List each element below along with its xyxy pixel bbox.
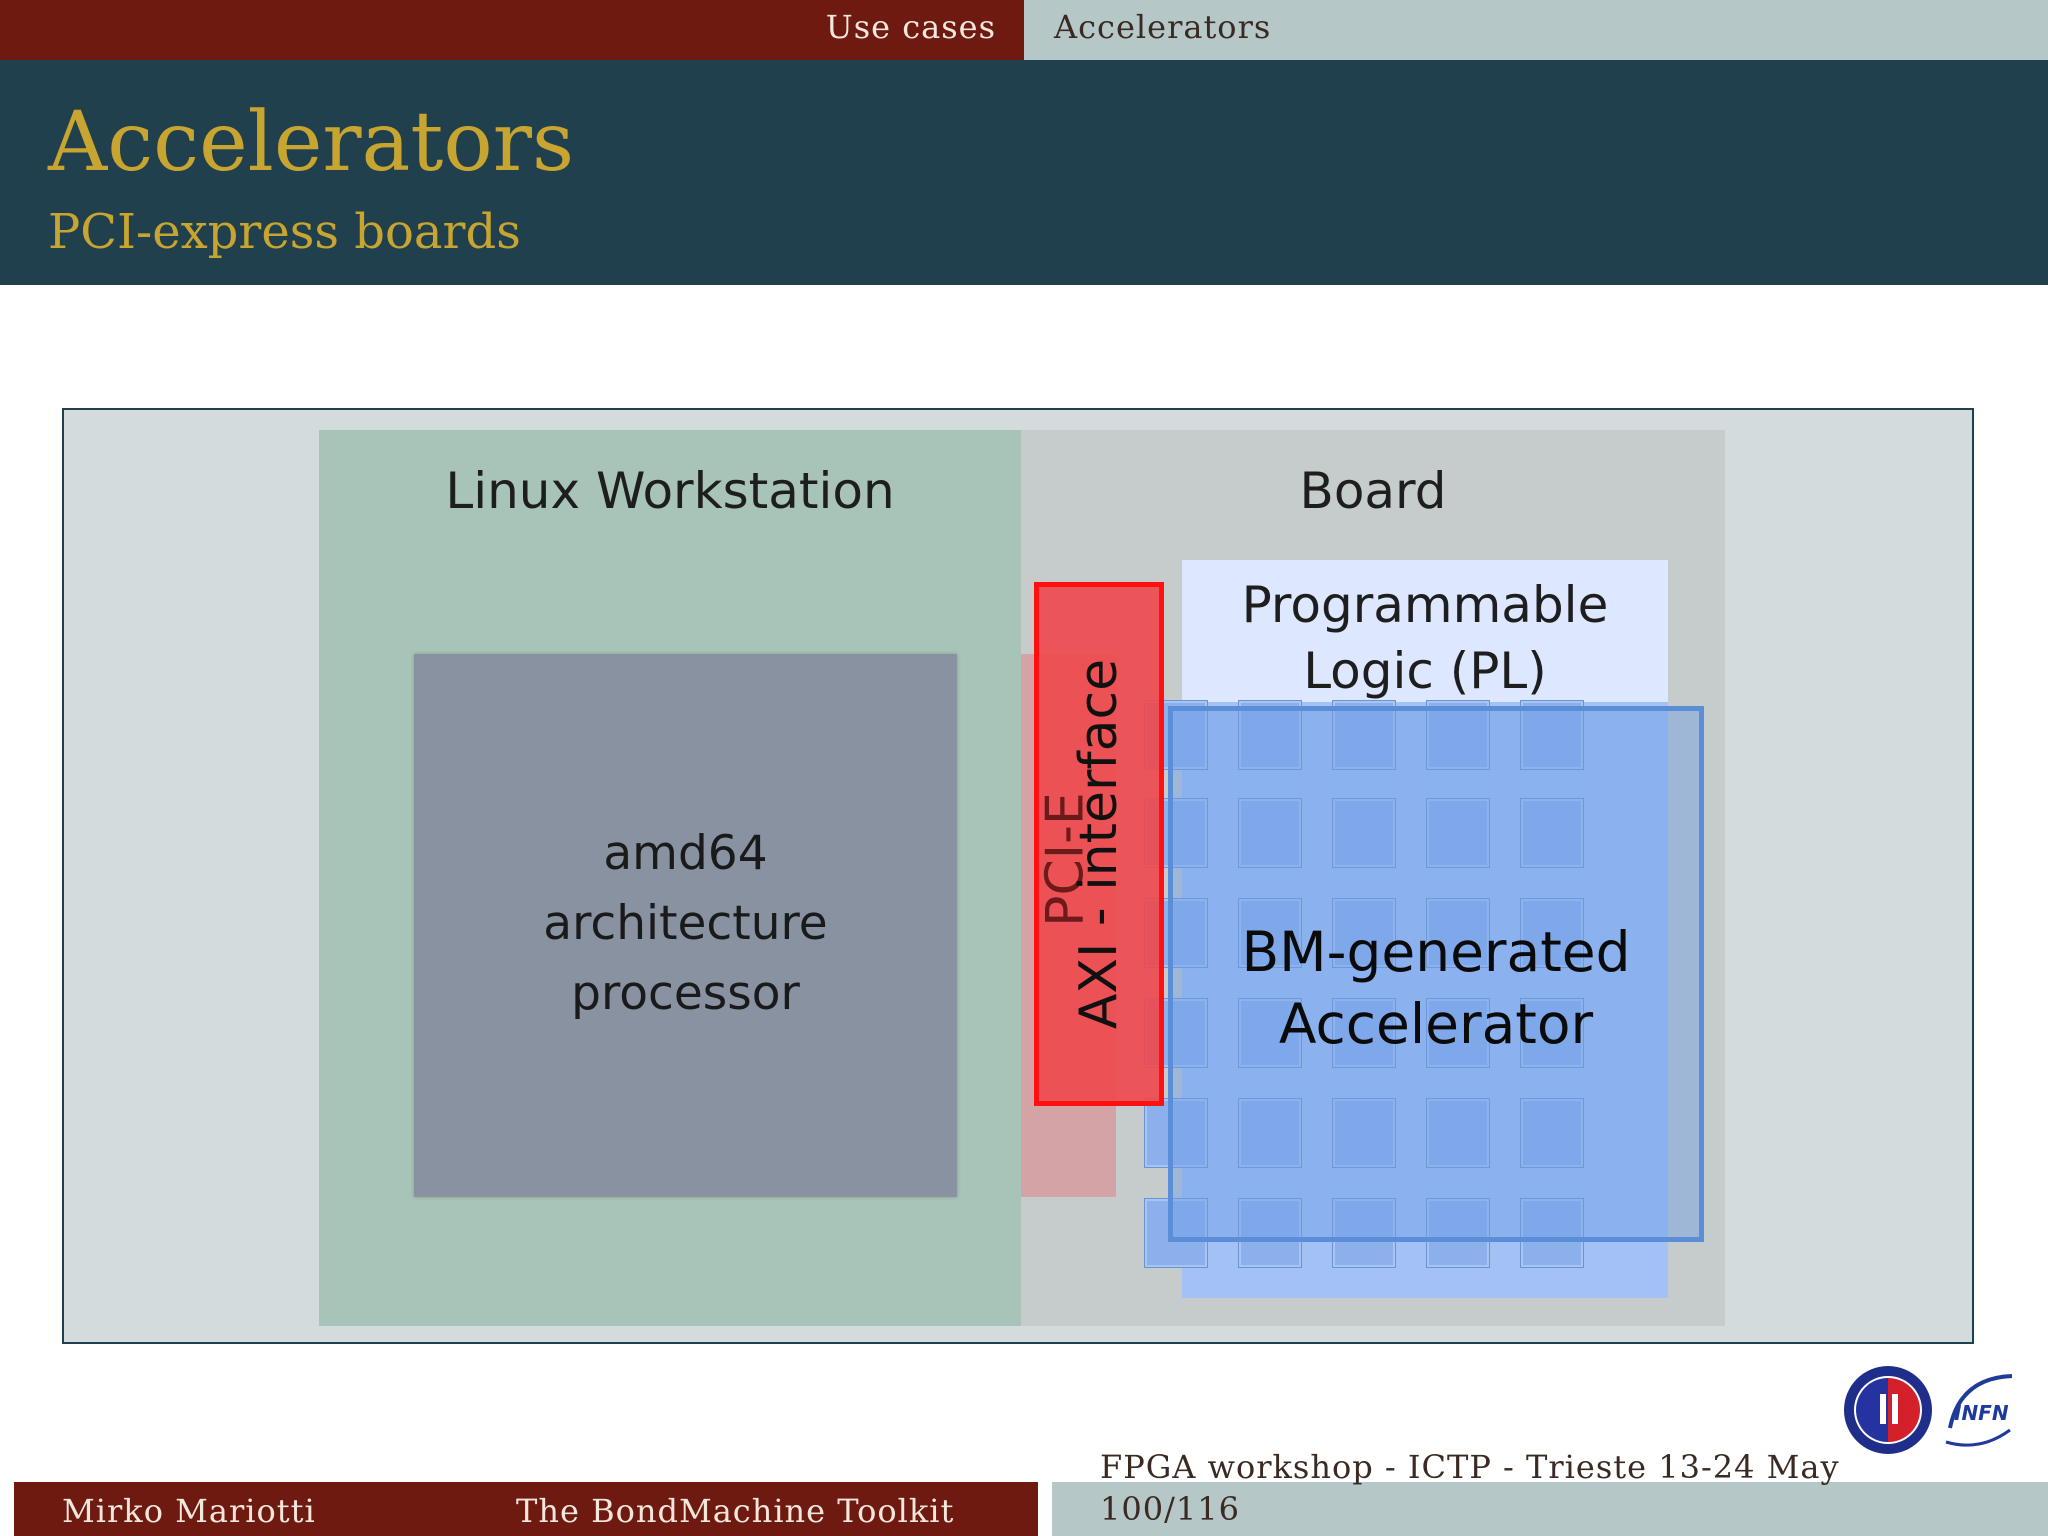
title-band: Accelerators PCI-express boards: [0, 60, 2048, 285]
accelerator-label: BM-generated Accelerator: [1173, 916, 1699, 1060]
svg-text:INFN: INFN: [1954, 1401, 2009, 1425]
nav-section-area: Use cases: [0, 0, 1024, 60]
nav-subsection-link[interactable]: Accelerators: [1054, 8, 1271, 46]
processor-line: processor: [571, 966, 800, 1021]
university-perugia-logo: [1844, 1366, 1932, 1454]
pl-line: Logic (PL): [1303, 642, 1547, 700]
processor-text: amd64 architecture processor: [414, 819, 957, 1029]
slide-title: Accelerators: [48, 95, 575, 190]
bm-accelerator-block: BM-generated Accelerator: [1168, 706, 1704, 1242]
architecture-diagram: Linux Workstation Board amd64 architectu…: [62, 408, 1974, 1344]
footer-title: The BondMachine Toolkit: [516, 1492, 955, 1530]
footer-page-number: 100/116: [1100, 1490, 1240, 1528]
accelerator-line: Accelerator: [1278, 992, 1594, 1056]
footer-left-band: Mirko Mariotti The BondMachine Toolkit: [14, 1482, 1038, 1536]
pl-line: Programmable: [1241, 576, 1609, 634]
nav-subsection-area: Accelerators: [1024, 0, 2048, 60]
processor-block: amd64 architecture processor: [414, 654, 957, 1197]
infn-logo: INFN: [1945, 1374, 2013, 1447]
nav-section-link[interactable]: Use cases: [826, 8, 996, 46]
slide-subtitle: PCI-express boards: [48, 204, 521, 260]
workstation-label: Linux Workstation: [445, 462, 895, 520]
pcie-axi-interface-block: PCI-E AXI - interface: [1034, 582, 1164, 1106]
footer-event: FPGA workshop - ICTP - Trieste 13-24 May: [1100, 1448, 1840, 1486]
board-label: Board: [1299, 462, 1447, 520]
processor-line: amd64: [603, 826, 768, 881]
pl-label: Programmable Logic (PL): [1182, 572, 1668, 704]
axi-interface-label: AXI - interface: [1069, 658, 1129, 1030]
footer-author: Mirko Mariotti: [62, 1492, 316, 1530]
accelerator-line: BM-generated: [1241, 920, 1631, 984]
top-navigation-bar: Use cases Accelerators: [0, 0, 2048, 60]
processor-line: architecture: [543, 896, 828, 951]
